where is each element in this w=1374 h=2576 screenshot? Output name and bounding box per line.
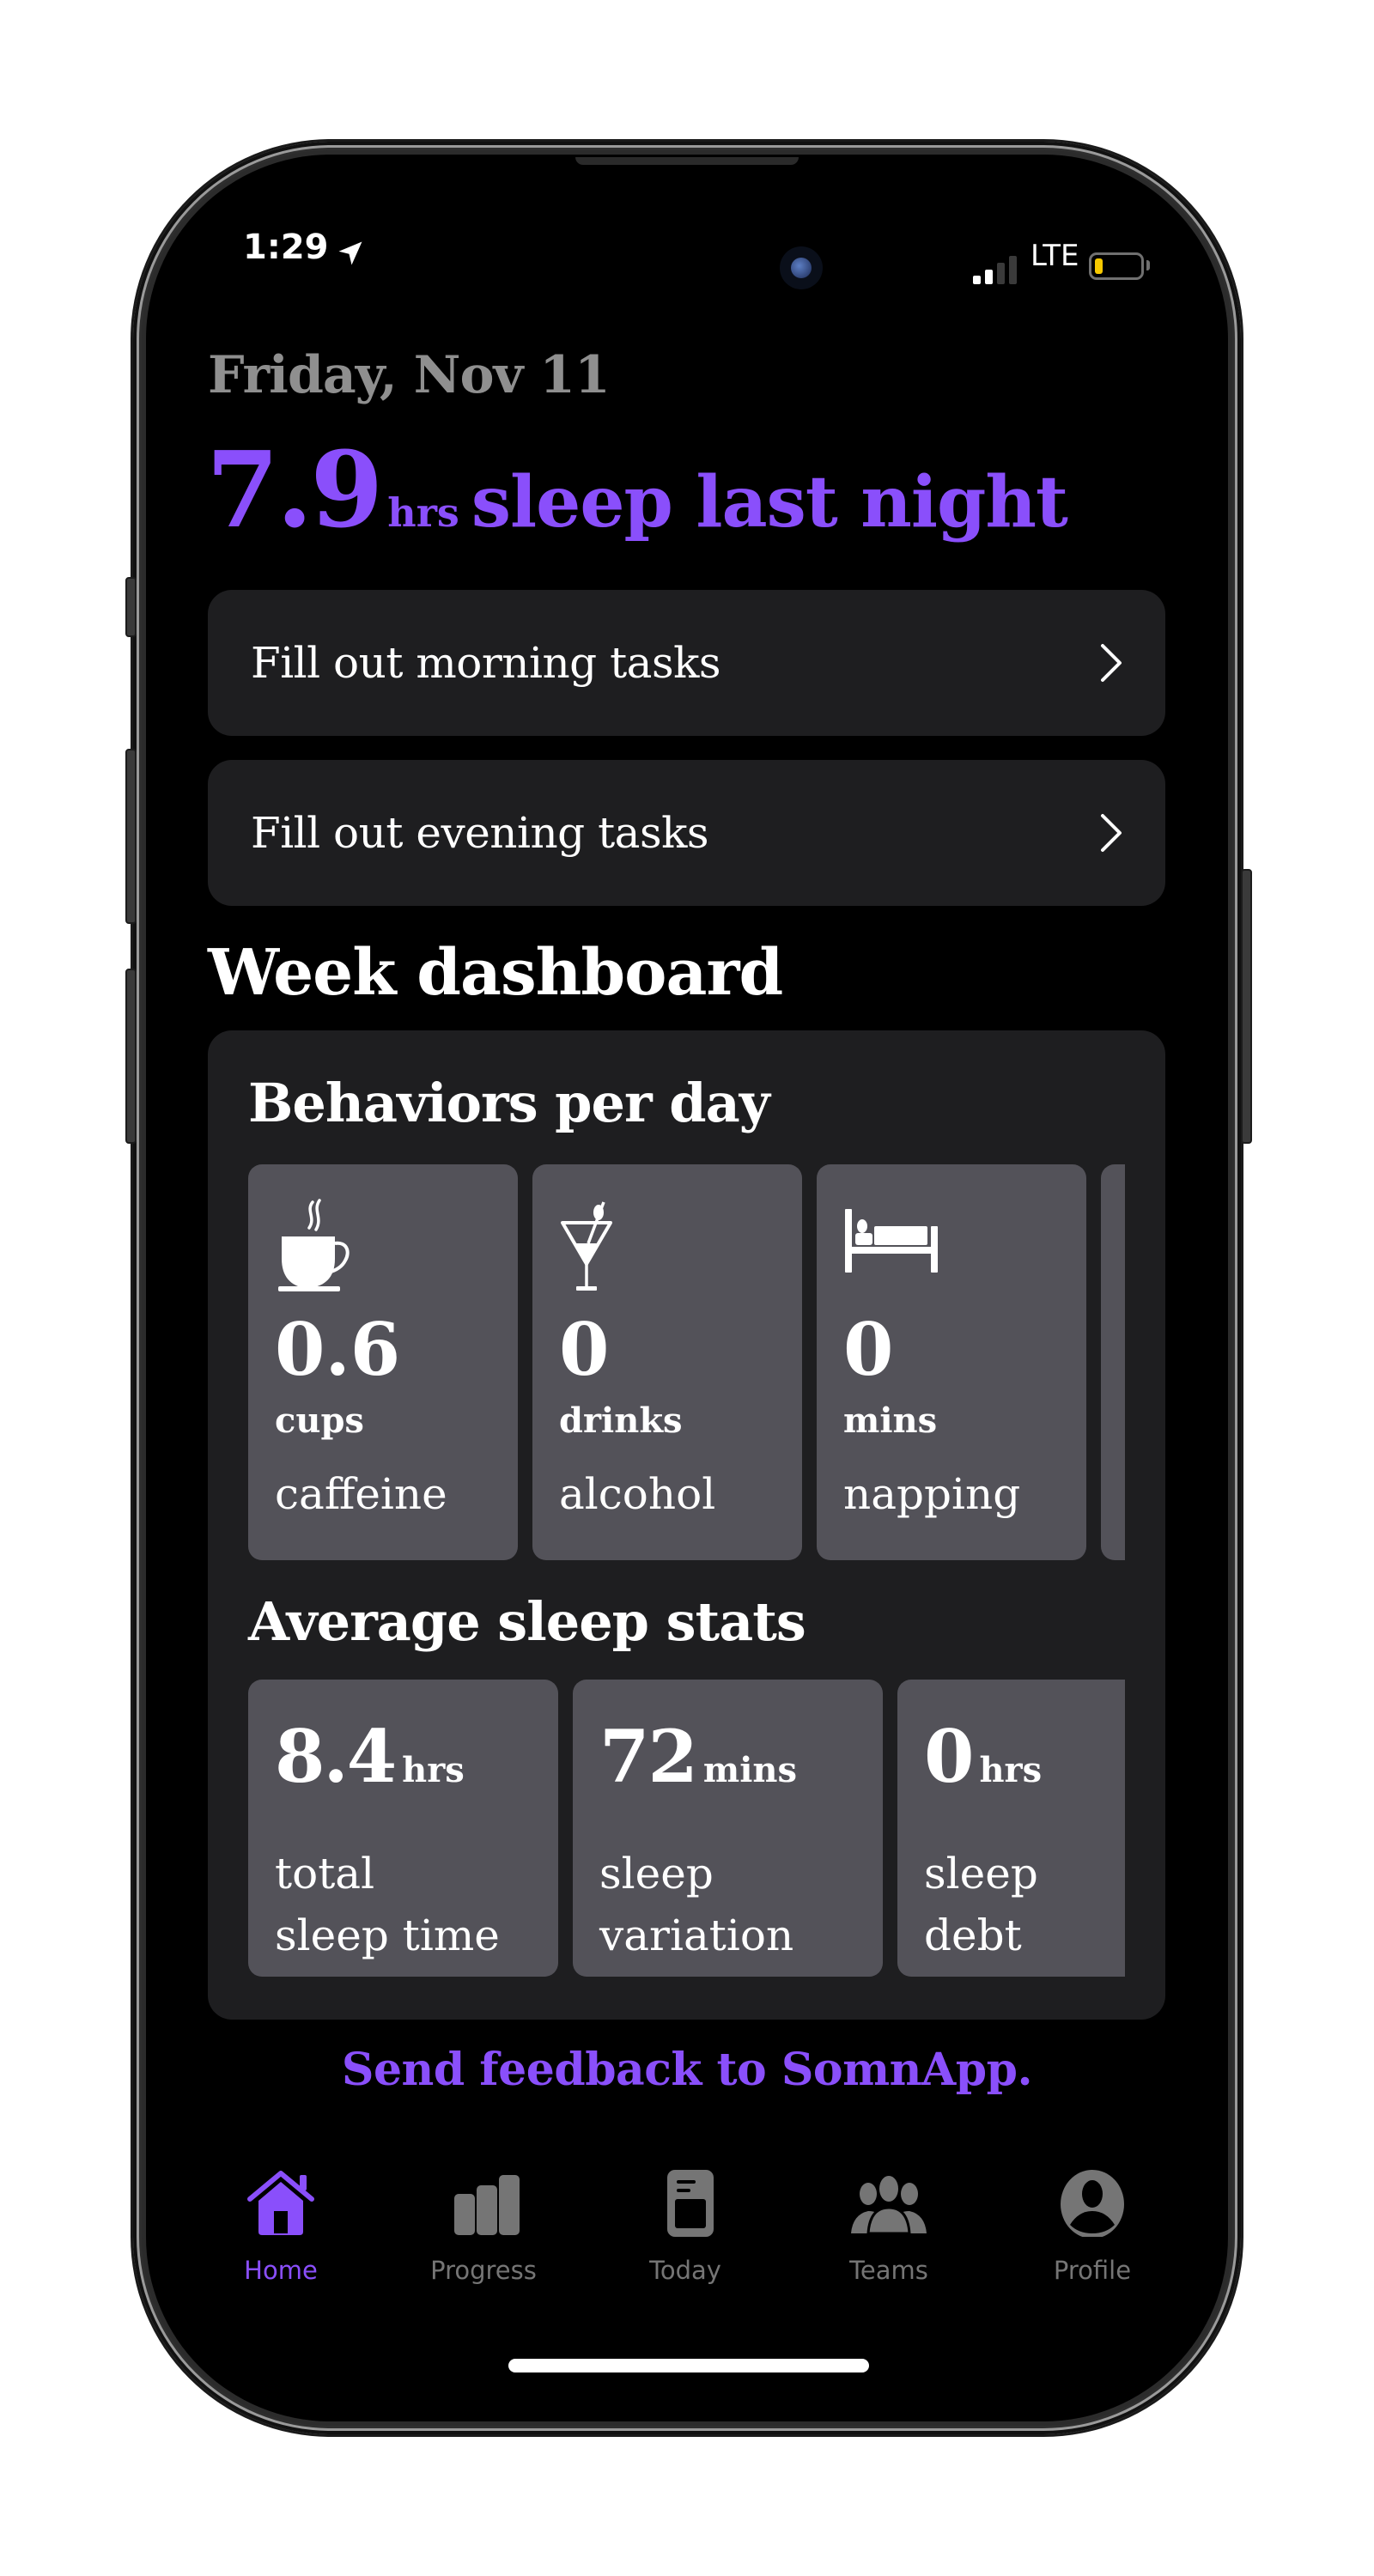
behavior-card-caffeine[interactable]: 0.6 cups caffeine [248,1164,518,1560]
chevron-right-icon [1101,814,1122,852]
tab-today-label: Today [649,2256,721,2285]
home-indicator[interactable] [508,2359,869,2372]
sleep-variation-value: 72 [599,1714,698,1799]
behavior-card-napping[interactable]: 0 mins napping [817,1164,1086,1560]
tab-teams[interactable]: Teams [803,2168,975,2285]
sleep-stats-title: Average sleep stats [248,1590,806,1653]
evening-tasks-label: Fill out evening tasks [251,808,709,858]
journal-icon [667,2170,714,2237]
sleep-caption: sleep last night [471,461,1068,544]
tab-profile-label: Profile [1053,2256,1132,2285]
sleep-value: 7.9 [206,428,383,551]
silent-switch [125,577,137,637]
caffeine-value: 0.6 [275,1307,401,1392]
behaviors-title: Behaviors per day [248,1072,770,1134]
battery-icon [1089,252,1144,280]
date-label: Friday, Nov 11 [208,345,611,405]
stat-card-sleep-variation[interactable]: 72 mins sleep variation [573,1680,883,1977]
sleep-unit: hrs [387,489,459,536]
tab-bar: Home Progress Today Teams Profile [146,2168,1228,2297]
coffee-cup-icon [278,1199,350,1291]
behavior-card-alcohol[interactable]: 0 drinks alcohol [532,1164,802,1560]
morning-tasks-button[interactable]: Fill out morning tasks [208,590,1165,736]
napping-label: napping [843,1469,1021,1519]
week-dashboard-card: Behaviors per day 0.6 cups caffeine 0 dr… [208,1030,1165,2020]
people-icon [851,2176,927,2235]
app-screen: 1:29 LTE Friday, Nov 11 7.9 hrs sleep last… [146,155,1228,2421]
volume-down-button [125,969,137,1144]
cellular-signal-icon [973,255,1021,284]
sleep-variation-label-2: variation [599,1911,794,1960]
network-type: LTE [1030,239,1079,273]
front-camera [780,246,823,289]
person-circle-icon [1061,2170,1124,2237]
morning-tasks-label: Fill out morning tasks [251,638,721,688]
stat-card-sleep-debt[interactable]: 0 hrs sleep debt [897,1680,1125,1977]
sleep-debt-value: 0 [924,1714,974,1799]
sleep-summary: 7.9 hrs sleep last night [206,428,1068,551]
tab-teams-label: Teams [849,2256,928,2285]
tab-profile[interactable]: Profile [1006,2168,1178,2285]
status-time: 1:29 [243,228,329,267]
chevron-right-icon [1101,644,1122,682]
total-sleep-label-1: total [275,1849,375,1899]
battery-level [1095,258,1103,274]
power-button [1241,869,1252,1144]
volume-up-button [125,749,137,924]
stat-card-total-sleep[interactable]: 8.4 hrs total sleep time [248,1680,558,1977]
sleep-variation-label-1: sleep [599,1849,714,1899]
battery-cap [1146,260,1150,270]
house-icon [247,2171,314,2235]
total-sleep-unit: hrs [402,1750,465,1790]
napping-value: 0 [843,1307,894,1392]
napping-unit: mins [843,1400,938,1441]
sleep-debt-unit: hrs [979,1750,1043,1790]
sleep-debt-label-1: sleep [924,1849,1038,1899]
bed-icon [845,1209,938,1273]
caffeine-unit: cups [275,1400,364,1441]
total-sleep-value: 8.4 [275,1714,397,1799]
sleep-stats-scroller[interactable]: 8.4 hrs total sleep time 72 mins sleep varia… [248,1680,1125,1977]
alcohol-label: alcohol [559,1469,716,1519]
sleep-debt-label-2: debt [924,1911,1022,1960]
tab-progress[interactable]: Progress [398,2168,569,2285]
speaker-grille [575,157,799,165]
location-arrow-icon [338,241,362,265]
alcohol-unit: drinks [559,1400,683,1441]
tab-home[interactable]: Home [195,2168,367,2285]
send-feedback-link[interactable]: Send feedback to SomnApp. [146,2044,1228,2096]
sleep-variation-unit: mins [702,1750,798,1790]
tab-progress-label: Progress [430,2256,537,2285]
week-dashboard-title: Week dashboard [208,936,783,1010]
evening-tasks-button[interactable]: Fill out evening tasks [208,760,1165,906]
alcohol-value: 0 [559,1307,610,1392]
caffeine-label: caffeine [275,1469,447,1519]
tab-today[interactable]: Today [599,2168,771,2285]
tab-home-label: Home [244,2256,318,2285]
cocktail-icon [561,1201,612,1291]
total-sleep-label-2: sleep time [275,1911,500,1960]
behaviors-scroller[interactable]: 0.6 cups caffeine 0 drinks alcohol 0 min… [248,1164,1125,1560]
bar-chart-icon [454,2175,520,2235]
behavior-card-partial[interactable] [1101,1164,1125,1560]
